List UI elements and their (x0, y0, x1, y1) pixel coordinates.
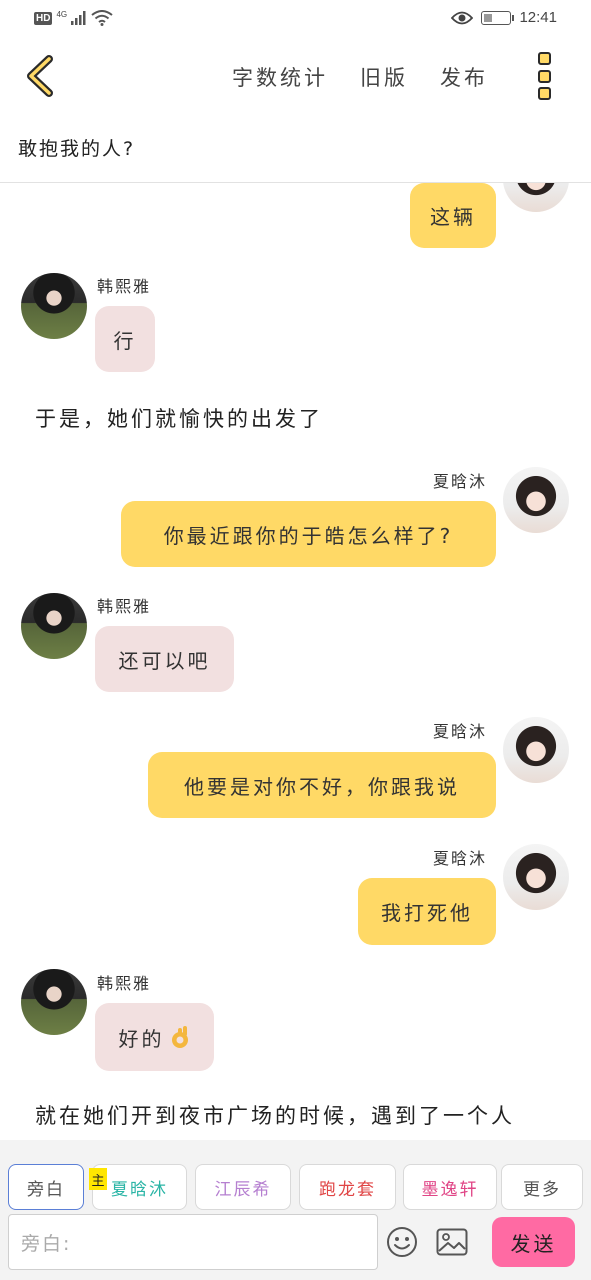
character-label: 旁白 (27, 1179, 65, 1200)
ok-hand-emoji-icon (171, 1026, 188, 1048)
bubble-text: 好的 (118, 1026, 165, 1051)
status-time: 12:41 (519, 9, 557, 26)
battery-fill (484, 13, 492, 22)
character-jiangchenxi-button[interactable]: 江辰希 (195, 1164, 291, 1210)
status-left: HD 4G (34, 10, 113, 26)
character-label: 跑龙套 (319, 1179, 376, 1200)
chat-bubble[interactable]: 我打死他 (358, 878, 496, 945)
chat-bubble[interactable]: 你最近跟你的于皓怎么样了? (121, 501, 496, 567)
chat-bubble[interactable]: 行 (95, 306, 155, 372)
speaker-name: 韩熙雅 (97, 277, 152, 296)
chevron-left-icon (27, 55, 53, 97)
network-type: 4G (56, 9, 68, 19)
back-button[interactable] (20, 52, 60, 100)
composer-panel: 旁白 夏晗沐 江辰希 跑龙套 墨逸轩 更多 主 旁白: 发送 (0, 1140, 591, 1280)
hd-badge: HD (34, 11, 53, 25)
speaker-name: 夏晗沐 (433, 849, 488, 868)
chat-bubble[interactable]: 这辆 (410, 183, 496, 248)
character-label: 夏晗沐 (111, 1179, 168, 1200)
character-extra-button[interactable]: 跑龙套 (299, 1164, 396, 1210)
input-placeholder: 旁白: (21, 1232, 72, 1255)
speaker-name: 韩熙雅 (97, 597, 152, 616)
battery-icon: 31 (481, 10, 515, 25)
old-version-button[interactable]: 旧版 (360, 62, 408, 92)
speaker-name: 夏晗沐 (433, 722, 488, 741)
speaker-name: 韩熙雅 (97, 974, 152, 993)
character-label: 更多 (523, 1179, 561, 1200)
story-title: 敢抱我的人? (18, 138, 136, 160)
character-label: 墨逸轩 (421, 1179, 479, 1200)
image-icon[interactable] (436, 1228, 468, 1256)
avatar[interactable] (503, 467, 569, 533)
more-vertical-icon[interactable] (534, 52, 554, 100)
speaker-name: 夏晗沐 (433, 472, 488, 491)
wifi-icon (91, 10, 113, 26)
send-button[interactable]: 发送 (492, 1217, 575, 1267)
eye-icon (451, 11, 474, 24)
avatar[interactable] (21, 593, 87, 659)
message-input[interactable]: 旁白: (8, 1214, 378, 1270)
publish-button[interactable]: 发布 (440, 62, 488, 92)
main-character-tag: 主 (89, 1168, 107, 1190)
avatar[interactable] (503, 183, 569, 212)
status-right: 31 12:41 (451, 9, 557, 26)
battery-text: 31 (492, 13, 501, 22)
more-characters-button[interactable]: 更多 (501, 1164, 583, 1210)
top-bar: 字数统计 旧版 发布 (0, 40, 591, 112)
word-count-button[interactable]: 字数统计 (232, 62, 328, 92)
top-actions: 字数统计 旧版 发布 (232, 62, 488, 92)
character-label: 江辰希 (214, 1179, 272, 1200)
avatar[interactable] (21, 273, 87, 339)
chat-bubble[interactable]: 还可以吧 (95, 626, 234, 692)
status-bar: HD 4G 31 12:41 (0, 0, 591, 40)
narration-text[interactable]: 就在她们开到夜市广场的时候，遇到了一个人 (35, 1100, 515, 1130)
chat-bubble[interactable]: 他要是对你不好，你跟我说 (148, 752, 496, 818)
avatar[interactable] (503, 717, 569, 783)
signal-icon (71, 11, 86, 25)
character-moyixuan-button[interactable]: 墨逸轩 (403, 1164, 497, 1210)
character-narrator-button[interactable]: 旁白 (8, 1164, 84, 1210)
emoji-icon[interactable] (386, 1226, 418, 1258)
avatar[interactable] (21, 969, 87, 1035)
chat-area[interactable]: 这辆 韩熙雅 行 于是，她们就愉快的出发了 夏晗沐 你最近跟你的于皓怎么样了? … (0, 183, 591, 1140)
narration-text[interactable]: 于是，她们就愉快的出发了 (35, 403, 323, 433)
avatar[interactable] (503, 844, 569, 910)
chat-bubble[interactable]: 好的 (95, 1003, 214, 1071)
